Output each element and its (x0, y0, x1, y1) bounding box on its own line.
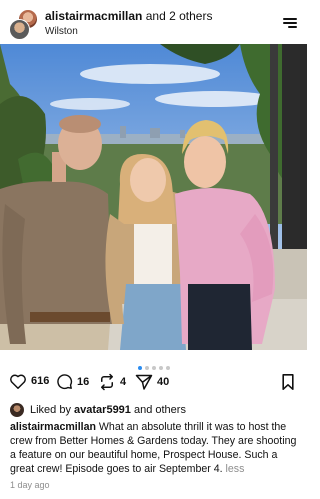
avatar[interactable] (9, 19, 30, 40)
location-link[interactable]: Wilston (45, 26, 78, 37)
comment-count: 16 (77, 375, 90, 388)
caption-less-link[interactable]: less (223, 463, 245, 475)
others-link[interactable]: and 2 others (142, 9, 213, 23)
comment-button[interactable]: 16 (56, 373, 89, 390)
post-timestamp: 1 day ago (10, 480, 50, 490)
liked-by-suffix[interactable]: and others (131, 404, 186, 416)
menu-icon[interactable] (283, 18, 297, 28)
avatar[interactable] (10, 403, 24, 417)
like-count: 616 (31, 375, 50, 387)
author-username[interactable]: alistairmacmillan (45, 9, 142, 23)
save-button[interactable] (281, 374, 295, 395)
action-bar: 616 16 4 40 (0, 370, 307, 394)
share-count: 40 (157, 375, 170, 388)
liked-by-prefix: Liked by (30, 404, 75, 416)
repost-button[interactable]: 4 (98, 373, 126, 391)
photo-illustration (0, 44, 307, 350)
post-photo[interactable] (0, 44, 307, 350)
post-header: alistairmacmillan and 2 others Wilston (0, 0, 307, 44)
collab-avatars[interactable] (8, 9, 38, 40)
share-button[interactable]: 40 (135, 373, 169, 390)
caption-username[interactable]: alistairmacmillan (10, 421, 96, 433)
repost-icon (101, 373, 113, 391)
heart-icon (10, 374, 26, 389)
repost-count: 4 (120, 376, 127, 388)
liked-by-text: Liked by avatar5991 and others (30, 404, 186, 416)
post-caption: alistairmacmillan What an absolute thril… (10, 420, 302, 476)
liked-by-user[interactable]: avatar5991 (74, 404, 131, 416)
post-authors[interactable]: alistairmacmillan and 2 others (45, 9, 212, 23)
like-button[interactable]: 616 (9, 373, 49, 389)
send-icon (135, 374, 153, 390)
bookmark-icon (282, 374, 294, 390)
liked-by: Liked by avatar5991 and others (10, 402, 305, 418)
comment-icon (57, 374, 73, 390)
